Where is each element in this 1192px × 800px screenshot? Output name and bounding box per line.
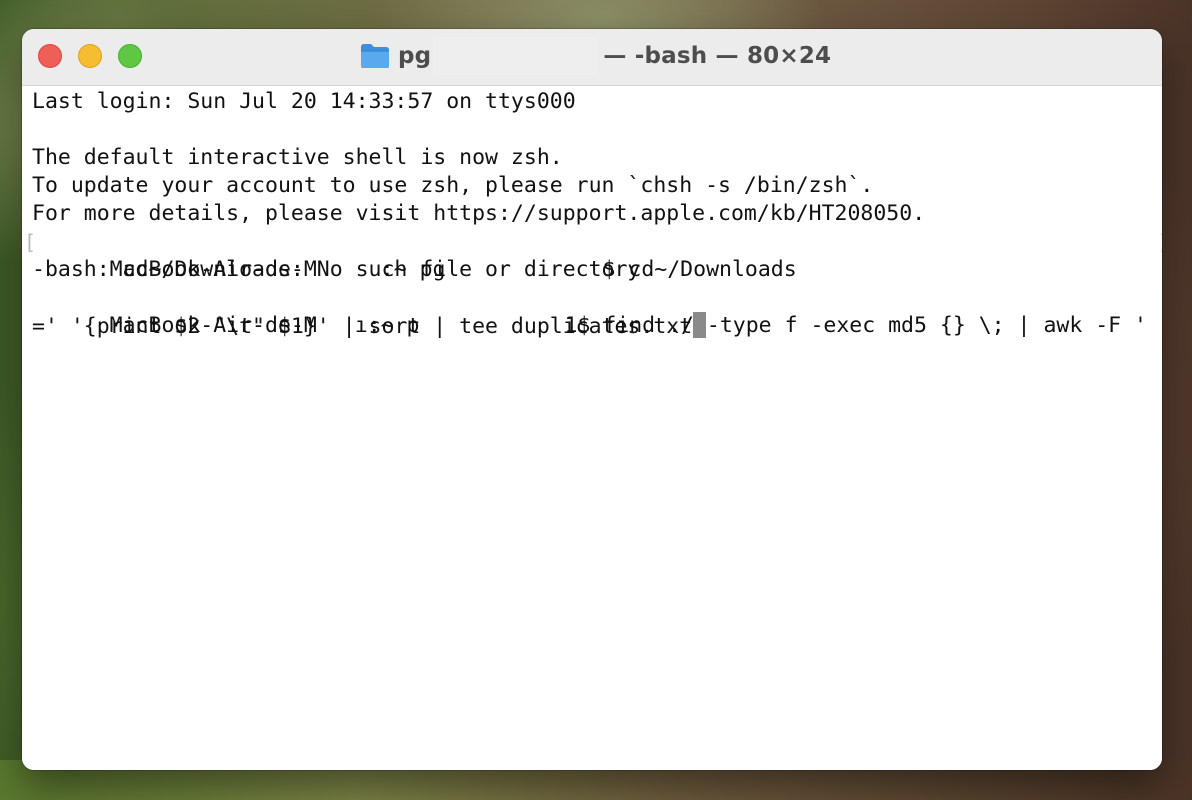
selection-mark-right: ]	[1158, 228, 1162, 256]
terminal-line: -bash: cd~/Downloads: No such file or di…	[32, 257, 641, 282]
prompt-line: [MacBook-Air-de-M:~ pg$ cd~/Downloads ]	[24, 228, 1162, 282]
title-prefix: pg	[398, 43, 432, 69]
minimize-button[interactable]	[78, 44, 102, 68]
terminal-line: The default interactive shell is now zsh…	[32, 145, 563, 170]
terminal-content[interactable]: Last login: Sun Jul 20 14:33:57 on ttys0…	[22, 86, 1162, 770]
selection-mark-left: [	[24, 230, 37, 254]
close-button[interactable]	[38, 44, 62, 68]
window-title: pg — -bash — 80×24	[360, 37, 832, 75]
terminal-line: For more details, please visit https://s…	[32, 201, 926, 226]
terminal-window[interactable]: pg — -bash — 80×24 Last login: Sun Jul 2…	[22, 29, 1162, 770]
terminal-line: Last login: Sun Jul 20 14:33:57 on ttys0…	[32, 89, 576, 114]
folder-icon	[361, 44, 389, 68]
command-continuation-line: =' '{print $2 "\t" $1}' | sort | tee dup…	[32, 312, 1162, 340]
prompt-line: MacBook-Air-de-M ı:~ p 1$ find ./ -type f …	[32, 284, 1162, 338]
title-redaction	[433, 37, 598, 75]
title-suffix: — -bash — 80×24	[603, 43, 832, 69]
title-bar[interactable]: pg — -bash — 80×24	[22, 29, 1162, 86]
terminal-line: To update your account to use zsh, pleas…	[32, 173, 874, 198]
zoom-button[interactable]	[118, 44, 142, 68]
command-continuation: =' '{print $2 "\t" $1}' | sort | tee dup…	[32, 314, 693, 339]
text-cursor	[693, 312, 707, 338]
